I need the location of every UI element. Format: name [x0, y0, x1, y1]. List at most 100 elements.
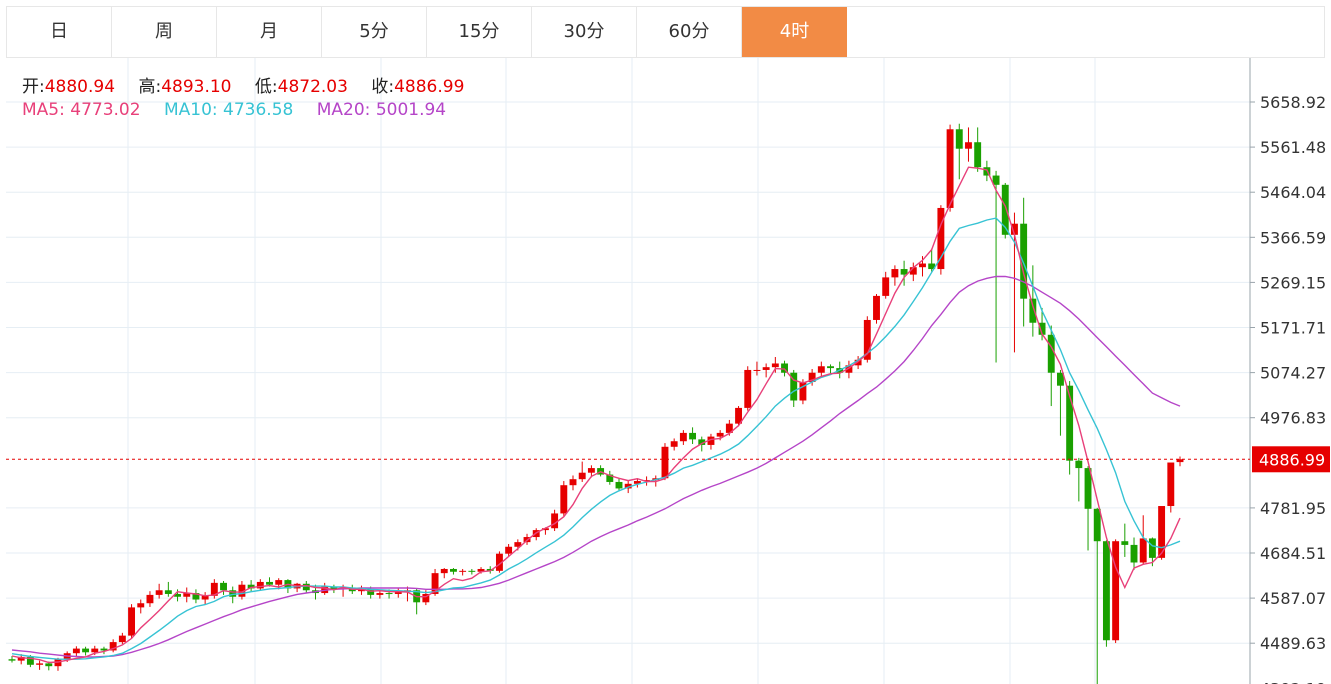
candle-body — [716, 432, 724, 437]
candle-body — [1075, 460, 1083, 469]
y-tick-label: 4587.07 — [1260, 589, 1326, 608]
candle-body — [82, 648, 90, 653]
candle-body — [385, 593, 393, 595]
candle-body — [587, 468, 595, 473]
candle-body — [137, 603, 145, 608]
candle-body — [302, 583, 310, 591]
candle-body — [72, 648, 80, 654]
tab-30min[interactable]: 30分 — [532, 7, 637, 57]
candle-body — [1029, 298, 1037, 323]
candle-body — [45, 663, 53, 667]
candle-body — [275, 580, 283, 585]
y-tick-label: 4392.19 — [1260, 679, 1326, 684]
candle-body — [965, 142, 972, 149]
tab-4hour[interactable]: 4时 — [742, 7, 847, 57]
open-value: 4880.94 — [44, 77, 116, 97]
kline-chart-svg: 5658.92 5561.48 5464.04 5366.59 5269.15 5171.… — [6, 58, 1330, 684]
candle-body — [1112, 541, 1120, 641]
candle-body — [753, 369, 761, 371]
candle-body — [955, 129, 963, 149]
ma-readout: MA5: 4773.02 MA10: 4736.58 MA20: 5001.94 — [22, 100, 446, 120]
candle-body — [36, 663, 44, 665]
candle-body — [1139, 538, 1147, 563]
candle-body — [505, 546, 513, 554]
low-value: 4872.03 — [277, 77, 348, 97]
high-value: 4893.10 — [161, 77, 232, 97]
ma10-value: 4736.58 — [223, 100, 294, 120]
candle-body — [450, 568, 457, 572]
y-tick-label: 4976.83 — [1260, 409, 1326, 428]
low-label: 低: — [254, 77, 278, 97]
candle-body — [661, 446, 669, 479]
candle-body — [440, 568, 448, 574]
close-value: 4886.99 — [394, 77, 465, 97]
candle-body — [762, 367, 770, 370]
candle-body — [164, 590, 172, 594]
open-label: 开: — [22, 77, 45, 97]
candle-body — [220, 582, 227, 591]
y-tick-label: 5366.59 — [1260, 228, 1326, 247]
candle-body — [578, 472, 586, 480]
candle-body — [882, 277, 890, 296]
ohlc-readout: 开:4880.94 高:4893.10 低:4872.03 收:4886.99 — [22, 72, 482, 97]
timeframe-tabs: 日 周 月 5分 15分 30分 60分 4时 — [6, 6, 1325, 58]
tab-60min[interactable]: 60分 — [637, 7, 742, 57]
y-tick-label: 4781.95 — [1260, 499, 1326, 518]
candle-body — [1102, 541, 1110, 641]
y-tick-label: 5658.92 — [1260, 93, 1326, 112]
candle-body — [1121, 541, 1129, 545]
candle-body — [569, 479, 577, 486]
y-tick-label: 4684.51 — [1260, 544, 1326, 563]
candle-body — [1047, 334, 1055, 373]
candle-body — [873, 295, 880, 320]
candle-body — [560, 485, 568, 514]
candle-body — [891, 269, 899, 278]
candle-body — [91, 648, 99, 653]
candle-body — [155, 590, 163, 595]
candle-body — [817, 366, 825, 373]
candle-body — [376, 593, 384, 595]
candle-body — [459, 570, 467, 572]
tab-5min[interactable]: 5分 — [322, 7, 427, 57]
candle-body — [670, 441, 678, 447]
y-tick-label: 5561.48 — [1260, 138, 1326, 157]
y-tick-label: 5074.27 — [1260, 364, 1326, 383]
tab-day[interactable]: 日 — [7, 7, 112, 57]
y-tick-label: 5464.04 — [1260, 183, 1326, 202]
candle-body — [744, 369, 752, 408]
y-tick-label: 4489.63 — [1260, 634, 1326, 653]
candle-body — [1130, 544, 1138, 563]
candle-body — [1167, 462, 1175, 507]
candle-body — [615, 481, 623, 489]
ma5-value: 4773.02 — [70, 100, 141, 120]
candle-body — [146, 594, 154, 604]
y-tick-label: 5269.15 — [1260, 273, 1326, 292]
candle-body — [689, 432, 697, 440]
candle-body — [551, 513, 559, 529]
ma10-label: MA10: — [163, 100, 218, 120]
candle-body — [1093, 508, 1101, 542]
candle-body — [118, 635, 126, 643]
tab-week[interactable]: 周 — [112, 7, 217, 57]
candle-body — [974, 142, 982, 168]
y-tick-label: 5171.71 — [1260, 319, 1326, 338]
tab-15min[interactable]: 15分 — [427, 7, 532, 57]
candle-body — [679, 432, 687, 442]
candle-body — [771, 363, 779, 368]
candle-body — [946, 129, 954, 208]
candle-body — [919, 263, 926, 268]
candle-body — [827, 366, 834, 369]
kline-chart[interactable]: 5658.92 5561.48 5464.04 5366.59 5269.15 5171.… — [0, 58, 1331, 684]
ma20-label: MA20: — [316, 100, 371, 120]
candle-body — [8, 659, 16, 661]
last-price-label: 4886.99 — [1259, 450, 1325, 469]
candle-body — [937, 207, 945, 270]
high-label: 高: — [138, 77, 162, 97]
candle-body — [266, 581, 273, 585]
candle-body — [468, 570, 476, 572]
ma5-label: MA5: — [22, 100, 65, 120]
candle-body — [900, 269, 908, 275]
tab-month[interactable]: 月 — [217, 7, 322, 57]
candle-body — [1148, 538, 1156, 558]
close-label: 收: — [371, 77, 395, 97]
